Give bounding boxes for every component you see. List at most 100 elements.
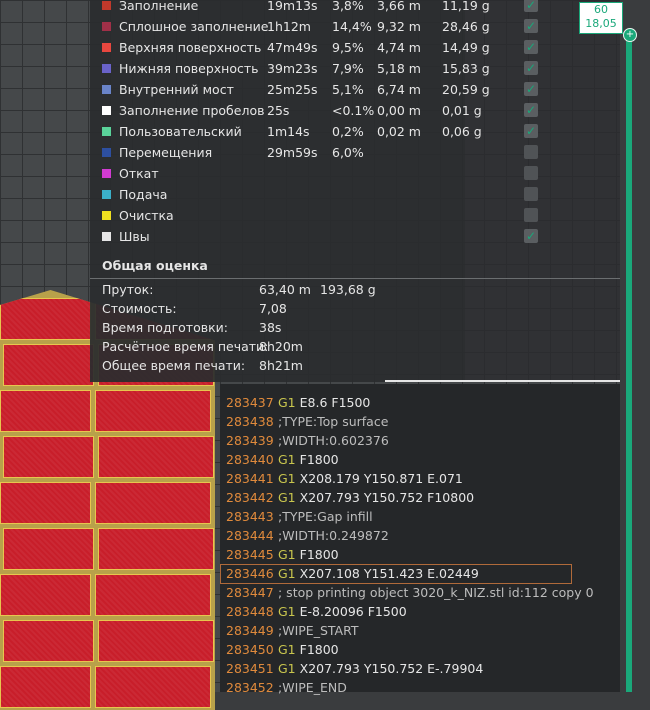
- gcode-line-number: 283447: [226, 585, 274, 600]
- gcode-line[interactable]: 283442 G1 X207.793 Y150.752 F10800: [226, 488, 474, 507]
- legend-len: 0,00 m: [377, 102, 421, 118]
- legend-time: 47m49s: [267, 39, 318, 55]
- model-perimeter-cell: [0, 574, 91, 616]
- gcode-panel-top-border: [385, 380, 620, 382]
- legend-row[interactable]: Подача: [102, 184, 538, 204]
- legend-row[interactable]: Очистка: [102, 205, 538, 225]
- legend-row[interactable]: Внутренний мост 25m25s 5,1% 6,74 m 20,59 g ✓: [102, 79, 538, 99]
- gcode-command: G1: [278, 566, 296, 581]
- gcode-line-number: 283452: [226, 680, 274, 695]
- gcode-line[interactable]: 283445 G1 F1800: [226, 545, 339, 564]
- model-perimeter-cell: [95, 666, 211, 708]
- legend-feature-name: Сплошное заполнение: [119, 18, 269, 34]
- gcode-line[interactable]: 283438 ;TYPE:Top surface: [226, 412, 388, 431]
- gcode-line[interactable]: 283447 ; stop printing object 3020_k_NIZ.…: [226, 583, 594, 602]
- layer-height: 18,05: [585, 17, 617, 30]
- gcode-line[interactable]: 283441 G1 X208.179 Y150.871 E.071: [226, 469, 463, 488]
- legend-pct: 0,2%: [332, 123, 364, 139]
- gcode-line[interactable]: 283440 G1 F1800: [226, 450, 339, 469]
- gcode-arguments: F1800: [299, 452, 339, 467]
- gcode-line[interactable]: 283448 G1 E-8.20096 F1500: [226, 602, 407, 621]
- legend-weight: 28,46 g: [442, 18, 490, 34]
- legend-color-swatch: [102, 189, 111, 199]
- gcode-arguments: F1800: [299, 547, 339, 562]
- legend-feature-name: Верхняя поверхность: [119, 39, 262, 55]
- legend-row[interactable]: Нижняя поверхность 39m23s 7,9% 5,18 m 15,83 …: [102, 58, 538, 78]
- legend-row[interactable]: Заполнение 19m13s 3,8% 3,66 m 11,19 g ✓: [102, 0, 538, 15]
- gcode-command: G1: [278, 452, 296, 467]
- gcode-line[interactable]: 283449 ;WIPE_START: [226, 621, 359, 640]
- legend-row[interactable]: Откат: [102, 163, 538, 183]
- legend-feature-name: Очистка: [119, 207, 174, 223]
- gcode-viewer[interactable]: 283437 G1 E8.6 F1500 283438 ;TYPE:Top surfa…: [220, 384, 620, 695]
- total-time-label: Общее время печати:: [102, 358, 246, 373]
- visibility-checkbox-checked[interactable]: ✓: [524, 103, 538, 117]
- gcode-comment: ;WIPE_END: [278, 680, 347, 695]
- visibility-checkbox-checked[interactable]: ✓: [524, 124, 538, 138]
- summary-title: Общая оценка: [102, 258, 208, 273]
- gcode-arguments: X207.108 Y151.423 E.02449: [299, 566, 479, 581]
- legend-row[interactable]: Пользовательский 1m14s 0,2% 0,02 m 0,06 g ✓: [102, 121, 538, 141]
- legend-panel-extension: [465, 0, 620, 382]
- legend-time: 29m59s: [267, 144, 318, 160]
- gcode-line[interactable]: 283450 G1 F1800: [226, 640, 339, 659]
- gcode-line[interactable]: 283451 G1 X207.793 Y150.752 E-.79904: [226, 659, 483, 678]
- visibility-checkbox-checked[interactable]: ✓: [524, 0, 538, 12]
- legend-time: 19m13s: [267, 0, 318, 13]
- gcode-line-number: 283446: [226, 566, 274, 581]
- total-time-value: 8h21m: [259, 358, 303, 373]
- gcode-line[interactable]: 283444 ;WIDTH:0.249872: [226, 526, 389, 545]
- legend-color-swatch: [102, 126, 111, 136]
- visibility-checkbox-checked[interactable]: ✓: [524, 229, 538, 243]
- legend-row[interactable]: Перемещения 29m59s 6,0%: [102, 142, 538, 162]
- model-perimeter-cell: [98, 620, 214, 662]
- gcode-line-number: 283445: [226, 547, 274, 562]
- legend-weight: 0,06 g: [442, 123, 482, 139]
- filament-weight: 193,68 g: [320, 282, 376, 297]
- visibility-checkbox-checked[interactable]: ✓: [524, 82, 538, 96]
- gcode-arguments: E-8.20096 F1500: [299, 604, 407, 619]
- legend-row[interactable]: Верхняя поверхность 47m49s 9,5% 4,74 m 14,49…: [102, 37, 538, 57]
- model-perimeter-cell: [95, 482, 211, 524]
- legend-color-swatch: [102, 168, 111, 178]
- legend-row[interactable]: Заполнение пробелов 25s <0.1% 0,00 m 0,01 g ✓: [102, 100, 538, 120]
- visibility-checkbox-checked[interactable]: ✓: [524, 19, 538, 33]
- prep-time-label: Время подготовки:: [102, 320, 228, 335]
- legend-row[interactable]: Швы ✓: [102, 226, 538, 246]
- gcode-line[interactable]: 283439 ;WIDTH:0.602376: [226, 431, 389, 450]
- layer-number: 60: [594, 3, 608, 16]
- legend-time: 1h12m: [267, 18, 311, 34]
- model-perimeter-cell: [0, 390, 91, 432]
- model-perimeter-cell: [0, 298, 91, 340]
- legend-pct: 3,8%: [332, 0, 364, 13]
- gcode-command: G1: [278, 661, 296, 676]
- gcode-line-number: 283439: [226, 433, 274, 448]
- legend-weight: 15,83 g: [442, 60, 490, 76]
- gcode-line-number: 283450: [226, 642, 274, 657]
- gcode-line[interactable]: 283446 G1 X207.108 Y151.423 E.02449: [226, 564, 479, 583]
- gcode-command: G1: [278, 642, 296, 657]
- visibility-checkbox-checked[interactable]: ✓: [524, 40, 538, 54]
- legend-row[interactable]: Сплошное заполнение 1h12m 14,4% 9,32 m 28,46…: [102, 16, 538, 36]
- gcode-line[interactable]: 283437 G1 E8.6 F1500: [226, 393, 370, 412]
- visibility-checkbox-checked[interactable]: ✓: [524, 61, 538, 75]
- legend-color-swatch: [102, 210, 111, 220]
- plus-icon[interactable]: +: [623, 28, 637, 42]
- legend-color-swatch: [102, 147, 111, 157]
- legend-color-swatch: [102, 231, 111, 241]
- legend-pct: <0.1%: [332, 102, 375, 118]
- gcode-comment: ; stop printing object 3020_k_NIZ.stl id…: [278, 585, 594, 600]
- legend-pct: 6,0%: [332, 144, 364, 160]
- legend-weight: 0,01 g: [442, 102, 482, 118]
- legend-pct: 9,5%: [332, 39, 364, 55]
- visibility-checkbox[interactable]: [524, 208, 538, 222]
- visibility-checkbox[interactable]: [524, 166, 538, 180]
- model-perimeter-cell: [95, 390, 211, 432]
- visibility-checkbox[interactable]: [524, 187, 538, 201]
- gcode-comment: ;WIPE_START: [278, 623, 359, 638]
- gcode-line[interactable]: 283443 ;TYPE:Gap infill: [226, 507, 373, 526]
- gcode-line[interactable]: 283452 ;WIPE_END: [226, 678, 347, 697]
- visibility-checkbox[interactable]: [524, 145, 538, 159]
- legend-time: 25m25s: [267, 81, 318, 97]
- layer-slider-track[interactable]: [626, 34, 632, 692]
